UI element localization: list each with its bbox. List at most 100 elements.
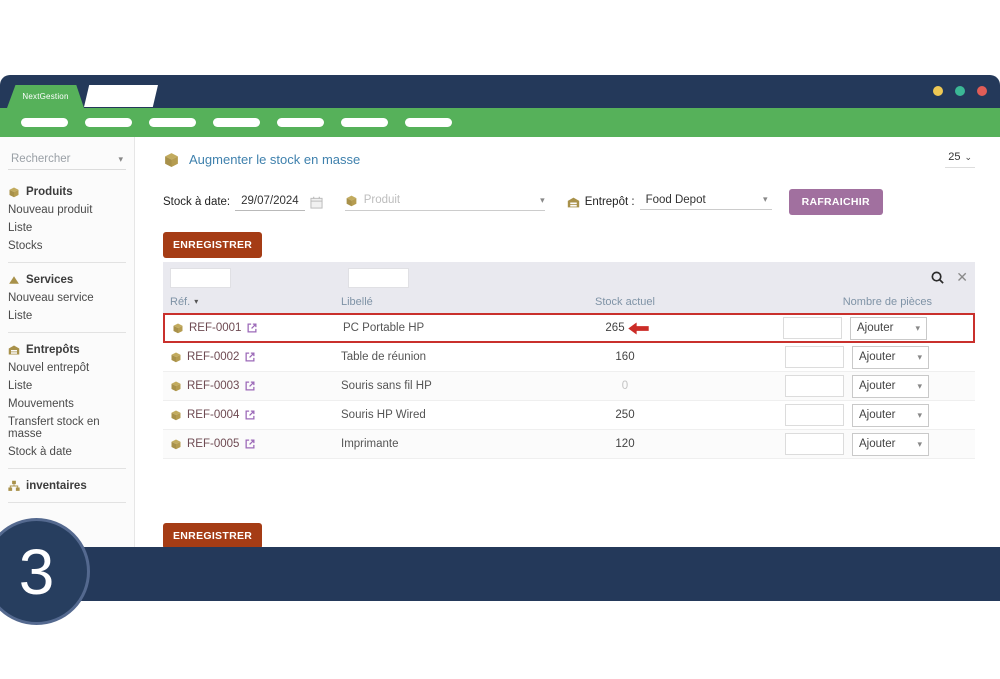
action-select[interactable]: Ajouter ▾ [850, 317, 927, 340]
page-size-select[interactable]: 25 ⌄ [945, 151, 975, 168]
nav-pill[interactable] [149, 118, 196, 127]
pieces-cell: Ajouter ▾ [783, 317, 973, 340]
ref-link[interactable]: REF-0001 [189, 322, 241, 334]
action-select[interactable]: Ajouter ▾ [852, 346, 929, 369]
column-header-pieces[interactable]: Nombre de pièces [843, 296, 975, 308]
page-size-value: 25 [948, 151, 960, 163]
package-icon [170, 380, 182, 392]
pieces-cell: Ajouter ▾ [785, 433, 975, 456]
save-button-top[interactable]: ENREGISTRER [163, 232, 262, 258]
ref-link[interactable]: REF-0004 [187, 409, 239, 421]
ref-link[interactable]: REF-0002 [187, 351, 239, 363]
yellow-dot[interactable] [933, 86, 943, 96]
column-header-libelle[interactable]: Libellé [341, 296, 525, 308]
action-select[interactable]: Ajouter ▾ [852, 433, 929, 456]
calendar-icon[interactable] [310, 196, 323, 209]
caret-down-icon: ▾ [917, 352, 922, 363]
sidebar-item-mouvements[interactable]: Mouvements [0, 395, 134, 413]
sidebar-item-liste[interactable]: Liste [0, 307, 134, 325]
product-label: Table de réunion [341, 351, 525, 363]
sidebar-section-inventaires[interactable]: inventaires [0, 476, 134, 495]
table-tools: ✕ [930, 269, 975, 286]
quantity-input[interactable] [783, 317, 842, 339]
sidebar-item-transfert-stock-en-masse[interactable]: Transfert stock en masse [0, 413, 134, 443]
sidebar-item-stocks[interactable]: Stocks [0, 237, 134, 255]
sidebar: Rechercher ▾ ProduitsNouveau produitList… [0, 137, 135, 547]
save-button-bottom[interactable]: ENREGISTRER [163, 523, 262, 549]
product-label: Souris HP Wired [341, 409, 525, 421]
nav-pill[interactable] [341, 118, 388, 127]
sidebar-section-produits[interactable]: Produits [0, 182, 134, 201]
package-icon [170, 438, 182, 450]
table-body: REF-0001 PC Portable HP 265 Ajouter ▾ RE… [163, 313, 975, 459]
sidebar-item-nouveau-service[interactable]: Nouveau service [0, 289, 134, 307]
ref-link[interactable]: REF-0005 [187, 438, 239, 450]
stock-value: 160 [615, 351, 634, 363]
ref-cell: REF-0001 [165, 322, 343, 334]
table-row: REF-0005 Imprimante 120 Ajouter ▾ [163, 430, 975, 459]
sidebar-section-entrepts[interactable]: Entrepôts [0, 340, 134, 359]
sidebar-item-stock-date[interactable]: Stock à date [0, 443, 134, 461]
traffic-light-dots [933, 86, 987, 96]
external-link-icon[interactable] [246, 322, 258, 334]
warehouse-icon [567, 196, 580, 209]
package-icon [163, 151, 180, 168]
caret-down-icon: ▾ [917, 439, 922, 450]
nav-pill[interactable] [277, 118, 324, 127]
sidebar-item-liste[interactable]: Liste [0, 377, 134, 395]
sidebar-item-nouvel-entrep-t[interactable]: Nouvel entrepôt [0, 359, 134, 377]
external-link-icon[interactable] [244, 380, 256, 392]
external-link-icon[interactable] [244, 351, 256, 363]
product-label: PC Portable HP [343, 322, 527, 334]
nav-pill[interactable] [213, 118, 260, 127]
pieces-cell: Ajouter ▾ [785, 346, 975, 369]
sidebar-divider [8, 468, 126, 469]
column-header-ref[interactable]: Réf. ▾ [163, 296, 341, 308]
warehouse-icon [8, 344, 20, 356]
sidebar-item-nouveau-produit[interactable]: Nouveau produit [0, 201, 134, 219]
quantity-input[interactable] [785, 375, 844, 397]
nav-pill[interactable] [85, 118, 132, 127]
ref-filter-input[interactable] [170, 268, 231, 288]
quantity-input[interactable] [785, 433, 844, 455]
quantity-input[interactable] [785, 346, 844, 368]
package-icon [8, 186, 20, 198]
product-select[interactable]: Produit ▾ [345, 194, 545, 211]
action-select[interactable]: Ajouter ▾ [852, 404, 929, 427]
green-dot[interactable] [955, 86, 965, 96]
sidebar-section-services[interactable]: Services [0, 270, 134, 289]
label-filter-input[interactable] [348, 268, 409, 288]
sidebar-search-input[interactable]: Rechercher ▾ [8, 149, 126, 170]
stock-date-input[interactable]: 29/07/2024 [235, 193, 305, 211]
column-header-stock[interactable]: Stock actuel [595, 296, 655, 308]
blank-tab-shape [84, 85, 158, 107]
nav-pill[interactable] [405, 118, 452, 127]
warehouse-select[interactable]: Food Depot ▾ [640, 194, 772, 210]
ref-cell: REF-0005 [163, 438, 341, 450]
quantity-input[interactable] [785, 404, 844, 426]
action-select-value: Ajouter [859, 380, 895, 392]
red-dot[interactable] [977, 86, 987, 96]
filter-row: Stock à date: 29/07/2024 Produit ▾ Entre… [163, 189, 975, 215]
close-icon[interactable]: ✕ [956, 269, 968, 286]
caret-down-icon: ▾ [763, 194, 768, 206]
stock-cell: 0 [622, 380, 628, 392]
sidebar-sections: ProduitsNouveau produitListeStocksServic… [0, 182, 134, 503]
sitemap-icon [8, 480, 20, 492]
ref-cell: REF-0004 [163, 409, 341, 421]
sidebar-item-liste[interactable]: Liste [0, 219, 134, 237]
stock-table: ✕ Réf. ▾ Libellé Stock actuel Nombre de … [163, 262, 975, 459]
external-link-icon[interactable] [244, 438, 256, 450]
sidebar-section-label: Services [26, 274, 73, 286]
stock-value: 265 [605, 322, 624, 334]
refresh-button[interactable]: RAFRAICHIR [789, 189, 883, 215]
action-select[interactable]: Ajouter ▾ [852, 375, 929, 398]
browser-tab-nextgestion[interactable]: NextGestion [7, 85, 84, 108]
main-header: Augmenter le stock en masse 25 ⌄ [163, 151, 975, 168]
nav-pill[interactable] [21, 118, 68, 127]
search-icon[interactable] [930, 270, 945, 285]
external-link-icon[interactable] [244, 409, 256, 421]
ref-link[interactable]: REF-0003 [187, 380, 239, 392]
stock-cell: 120 [615, 438, 634, 450]
caret-down-icon: ▾ [540, 195, 545, 206]
